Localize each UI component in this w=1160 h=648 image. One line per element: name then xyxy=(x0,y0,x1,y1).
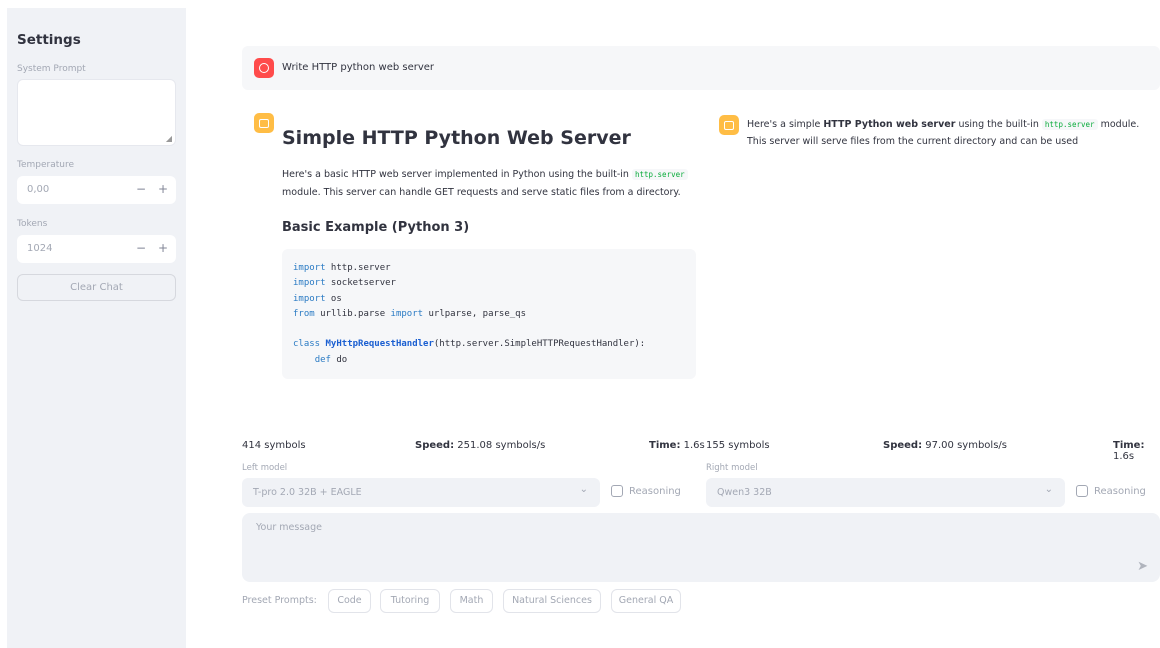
temperature-decrement-button[interactable]: − xyxy=(136,182,146,196)
time-label: Time: xyxy=(1113,440,1145,451)
right-model-value[interactable]: Qwen3 32B xyxy=(717,487,772,498)
temperature-input[interactable]: 0,00 − + xyxy=(17,176,176,204)
resize-handle-icon[interactable]: ◢ xyxy=(166,134,172,143)
time-value: 1.6s xyxy=(1113,451,1135,462)
response-heading: Simple HTTP Python Web Server xyxy=(282,127,631,149)
left-speed: Speed: 251.08 symbols/s xyxy=(415,440,545,451)
send-icon[interactable]: ➤ xyxy=(1137,559,1148,574)
code-token: MyHttpRequestHandler xyxy=(325,339,434,350)
tokens-decrement-button[interactable]: − xyxy=(136,241,146,255)
speed-value: 97.00 symbols/s xyxy=(922,440,1007,451)
right-model-select[interactable]: Qwen3 32B ⌄ xyxy=(706,478,1065,507)
code-token: do xyxy=(330,354,348,365)
code-token: from xyxy=(293,308,315,319)
code-line: import socketserver xyxy=(293,276,696,291)
left-symbols-count: 414 symbols xyxy=(242,440,306,451)
code-token: import xyxy=(293,263,326,273)
left-model-value[interactable]: T-pro 2.0 32B + EAGLE xyxy=(253,487,362,498)
response-paragraph-text: Here's a basic HTTP web server implement… xyxy=(282,169,632,180)
chevron-down-icon[interactable]: ⌄ xyxy=(580,484,588,495)
code-line: import os xyxy=(293,292,696,307)
tokens-value[interactable]: 1024 xyxy=(27,243,52,254)
message-input[interactable]: Your message ➤ xyxy=(242,513,1160,582)
code-token: socketserver xyxy=(325,278,396,289)
right-response-text: Here's a simple HTTP Python web server u… xyxy=(747,116,1157,150)
left-reasoning-checkbox[interactable] xyxy=(611,485,623,497)
preset-chip-tutoring[interactable]: Tutoring xyxy=(380,589,440,613)
right-speed: Speed: 97.00 symbols/s xyxy=(883,440,1007,451)
temperature-value[interactable]: 0,00 xyxy=(27,184,49,195)
response-paragraph: Here's a basic HTTP web server implement… xyxy=(282,166,702,202)
right-reasoning-checkbox[interactable] xyxy=(1076,485,1088,497)
right-reasoning-label[interactable]: Reasoning xyxy=(1094,486,1146,497)
code-token: import xyxy=(293,278,326,289)
right-response-part: using the built-in xyxy=(955,119,1042,130)
right-assistant-avatar-icon xyxy=(719,115,739,135)
temperature-label: Temperature xyxy=(17,160,75,170)
right-symbols-count: 155 symbols xyxy=(706,440,770,451)
code-line: import http.server xyxy=(293,261,696,276)
left-reasoning-label[interactable]: Reasoning xyxy=(629,486,681,497)
left-model-label: Left model xyxy=(242,463,288,473)
chevron-down-icon[interactable]: ⌄ xyxy=(1045,484,1053,495)
code-token: urllib.parse xyxy=(314,308,391,319)
code-token: import xyxy=(390,308,424,319)
speed-value: 251.08 symbols/s xyxy=(454,440,546,451)
user-avatar-icon xyxy=(254,58,274,78)
inline-code: http.server xyxy=(631,169,688,180)
tokens-input[interactable]: 1024 − + xyxy=(17,235,176,263)
preset-prompts-label: Preset Prompts: xyxy=(242,595,317,606)
system-prompt-input[interactable]: ◢ xyxy=(17,79,176,146)
preset-chip-natural-sciences[interactable]: Natural Sciences xyxy=(503,589,601,613)
time-value: 1.6s xyxy=(680,440,705,451)
code-token: os xyxy=(325,293,342,304)
sidebar: Settings System Prompt ◢ Temperature 0,0… xyxy=(7,8,186,648)
code-token: class xyxy=(293,339,321,350)
response-paragraph-text: module. This server can handle GET reque… xyxy=(282,187,681,198)
response-subheading: Basic Example (Python 3) xyxy=(282,220,470,235)
preset-chip-code[interactable]: Code xyxy=(328,589,371,613)
sidebar-title: Settings xyxy=(17,32,81,48)
clear-chat-button[interactable]: Clear Chat xyxy=(17,274,176,301)
right-response-part: Here's a simple xyxy=(747,119,824,130)
code-token: import xyxy=(293,293,326,304)
time-label: Time: xyxy=(649,440,681,451)
right-model-label: Right model xyxy=(706,463,758,473)
speed-label: Speed: xyxy=(883,440,923,451)
right-response-bold: HTTP Python web server xyxy=(823,119,956,130)
code-line: class MyHttpRequestHandler(http.server.S… xyxy=(293,337,696,352)
message-placeholder: Your message xyxy=(256,522,322,533)
speed-label: Speed: xyxy=(415,440,455,451)
code-token: (http.server.SimpleHTTPRequestHandler): xyxy=(433,339,646,350)
left-time: Time: 1.6s xyxy=(649,440,705,451)
right-time: Time: 1.6s xyxy=(1113,440,1160,462)
preset-chip-math[interactable]: Math xyxy=(450,589,493,613)
left-model-select[interactable]: T-pro 2.0 32B + EAGLE ⌄ xyxy=(242,478,600,507)
code-line: def do xyxy=(293,353,696,368)
inline-code: http.server xyxy=(1041,119,1098,130)
code-block: import http.server import socketserver imp… xyxy=(282,249,696,379)
system-prompt-label: System Prompt xyxy=(17,64,86,74)
code-token: urlparse, parse_qs xyxy=(423,308,527,319)
code-token: http.server xyxy=(325,263,391,273)
preset-chip-general-qa[interactable]: General QA xyxy=(611,589,681,613)
user-message-text: Write HTTP python web server xyxy=(282,62,435,73)
tokens-increment-button[interactable]: + xyxy=(158,241,168,255)
user-message: Write HTTP python web server xyxy=(242,46,1160,90)
temperature-increment-button[interactable]: + xyxy=(158,182,168,196)
code-token: def xyxy=(314,354,331,365)
tokens-label: Tokens xyxy=(17,219,48,229)
code-line: from urllib.parse import urlparse, parse… xyxy=(293,307,696,322)
left-assistant-avatar-icon xyxy=(254,113,274,133)
